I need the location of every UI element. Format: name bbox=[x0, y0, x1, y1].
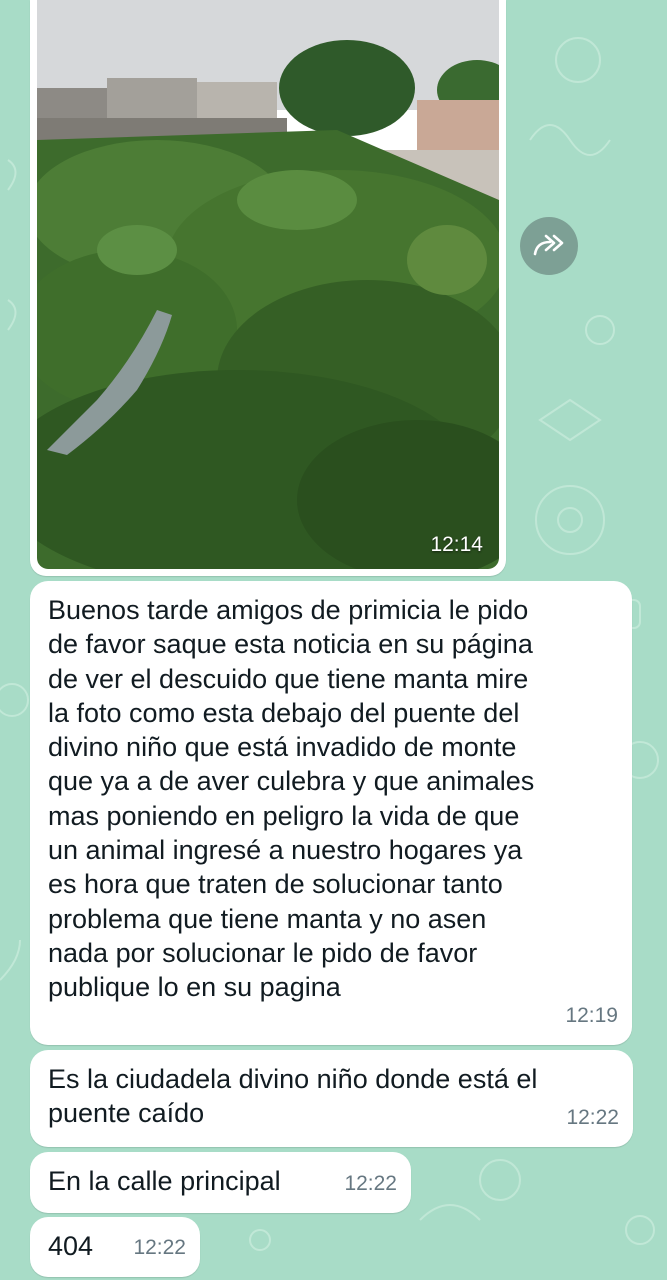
message-bubble[interactable]: En la calle principal 12:22 bbox=[30, 1152, 411, 1213]
forward-button[interactable] bbox=[520, 217, 578, 275]
message-bubble[interactable]: Es la ciudadela divino niño donde está e… bbox=[30, 1050, 633, 1147]
message-timestamp: 12:14 bbox=[430, 533, 483, 556]
message-text: Es la ciudadela divino niño donde está e… bbox=[48, 1064, 538, 1129]
message-photo[interactable]: 12:14 bbox=[37, 0, 499, 569]
message-timestamp: 12:19 bbox=[565, 1003, 618, 1027]
forward-icon bbox=[533, 234, 564, 256]
message-bubble[interactable]: 404 12:22 bbox=[30, 1217, 200, 1277]
message-timestamp: 12:22 bbox=[133, 1235, 186, 1259]
message-timestamp: 12:22 bbox=[566, 1105, 619, 1129]
photo-overgrown-riverbed bbox=[37, 0, 499, 569]
message-text: En la calle principal bbox=[48, 1166, 281, 1196]
message-timestamp: 12:22 bbox=[344, 1171, 397, 1195]
image-message-bubble[interactable]: 12:14 bbox=[30, 0, 506, 576]
message-bubble[interactable]: Buenos tarde amigos de primicia le pido … bbox=[30, 581, 632, 1045]
message-text: Buenos tarde amigos de primicia le pido … bbox=[48, 595, 535, 1003]
